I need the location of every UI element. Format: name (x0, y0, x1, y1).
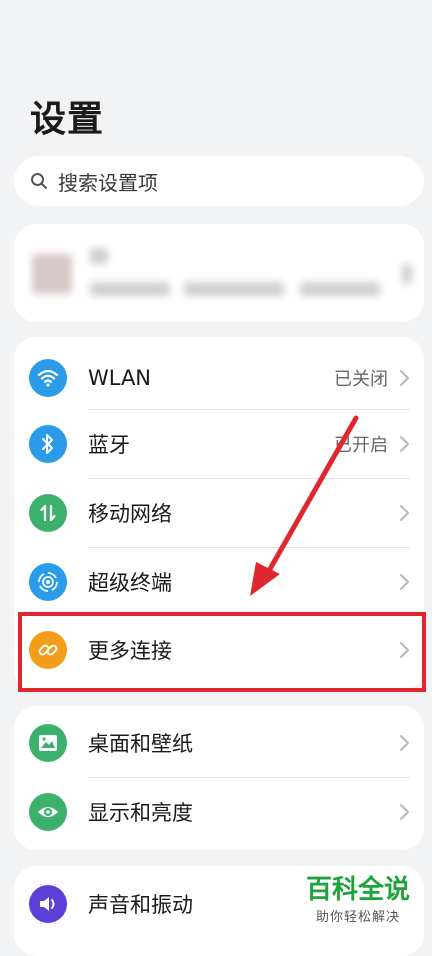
settings-item-wlan[interactable]: WLAN 已关闭 (14, 344, 424, 412)
settings-item-bluetooth[interactable]: 蓝牙 已开启 (14, 410, 424, 478)
chevron-right-icon (400, 574, 409, 590)
page-title: 设置 (30, 99, 105, 140)
settings-item-label: 移动网络 (88, 502, 172, 526)
settings-item-mobile-network[interactable]: 移动网络 (14, 479, 424, 547)
bluetooth-icon (29, 425, 67, 463)
settings-item-label: 声音和振动 (88, 893, 193, 917)
search-bar[interactable]: 搜索设置项 (14, 156, 424, 206)
wallpaper-icon (29, 724, 67, 762)
search-placeholder: 搜索设置项 (58, 170, 158, 195)
chevron-right-icon (400, 370, 409, 386)
settings-item-display-brightness[interactable]: 显示和亮度 (14, 778, 424, 846)
settings-item-label: 显示和亮度 (88, 801, 193, 825)
watermark-title: 百科全说 (306, 875, 411, 905)
mobile-data-icon (29, 494, 67, 532)
settings-item-label: WLAN (88, 366, 152, 390)
chevron-right-icon (400, 505, 409, 521)
settings-item-desktop-wallpaper[interactable]: 桌面和壁纸 (14, 709, 424, 777)
status-text: 已关闭 (334, 369, 388, 390)
wifi-icon (29, 359, 67, 397)
account-detail-blur (90, 282, 170, 296)
chevron-right-icon (400, 436, 409, 452)
settings-item-label: 蓝牙 (88, 433, 130, 457)
chevron-right-icon (400, 735, 409, 751)
highlight-box (18, 612, 426, 692)
sound-icon (29, 885, 67, 923)
chevron-right-icon (400, 804, 409, 820)
settings-item-label: 桌面和壁纸 (88, 732, 193, 756)
status-text: 已开启 (334, 435, 388, 456)
watermark: 百科全说 助你轻松解决 (306, 876, 410, 925)
display-group: 桌面和壁纸 显示和亮度 (14, 706, 424, 850)
account-name-blur (90, 248, 108, 264)
watermark-subtitle: 助你轻松解决 (316, 910, 401, 925)
super-device-icon (29, 563, 67, 601)
eye-icon (29, 793, 67, 831)
settings-item-label: 超级终端 (88, 571, 172, 595)
search-icon (30, 171, 50, 191)
settings-item-super-device[interactable]: 超级终端 (14, 548, 424, 616)
account-card[interactable] (14, 224, 424, 322)
avatar (32, 254, 72, 294)
